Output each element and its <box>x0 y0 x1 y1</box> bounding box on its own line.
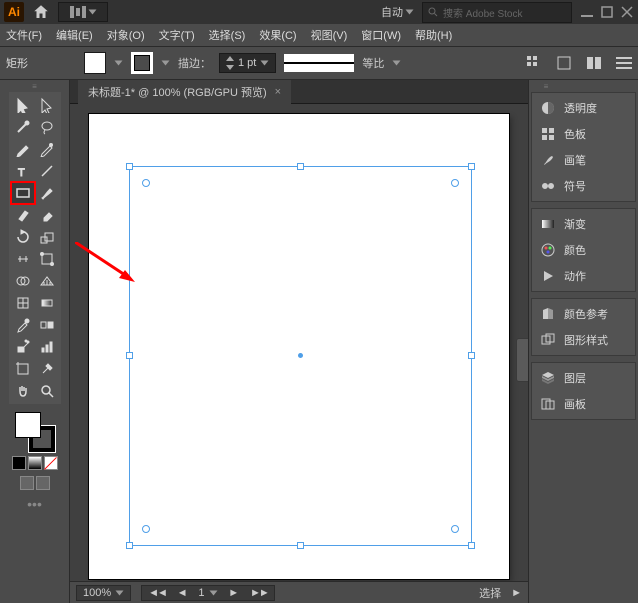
panel-color[interactable]: 颜色 <box>532 237 635 263</box>
panels-dock: 透明度 色板 画笔 符号 渐变 颜色 动作 颜色参考 图形样式 图层 画板 <box>528 80 638 603</box>
symbol-sprayer-tool[interactable] <box>11 336 35 358</box>
color-mode-swatches[interactable] <box>12 456 58 470</box>
selected-rectangle[interactable] <box>129 166 472 546</box>
rotate-tool[interactable] <box>11 226 35 248</box>
zoom-level[interactable]: 100% <box>76 585 131 601</box>
resize-handle[interactable] <box>126 163 133 170</box>
type-tool[interactable]: T <box>11 160 35 182</box>
blend-tool[interactable] <box>35 314 59 336</box>
menu-object[interactable]: 对象(O) <box>107 27 145 43</box>
panel-symbols[interactable]: 符号 <box>532 173 635 199</box>
stroke-weight-input[interactable]: 1 pt <box>219 53 276 73</box>
direct-selection-tool[interactable] <box>35 94 59 116</box>
resize-handle[interactable] <box>126 352 133 359</box>
search-placeholder: 捜索 Adobe Stock <box>443 5 522 20</box>
slice-tool[interactable] <box>35 358 59 380</box>
menu-icon[interactable] <box>616 55 632 71</box>
corner-radius-widget[interactable] <box>142 179 150 187</box>
resize-handle[interactable] <box>126 542 133 549</box>
align-icon[interactable] <box>526 55 542 71</box>
menu-file[interactable]: 文件(F) <box>6 27 42 43</box>
eyedropper-tool[interactable] <box>11 314 35 336</box>
free-transform-tool[interactable] <box>35 248 59 270</box>
layout-selector[interactable] <box>58 2 108 22</box>
transform-icon[interactable] <box>556 55 572 71</box>
menu-view[interactable]: 视图(V) <box>311 27 348 43</box>
artboard-nav[interactable]: ◄◄ ◄ 1 ► ►► <box>141 585 275 601</box>
toolbar: T ••• <box>0 80 70 603</box>
center-point <box>298 353 303 358</box>
panel-actions[interactable]: 动作 <box>532 263 635 289</box>
artboard[interactable] <box>89 114 509 579</box>
svg-text:T: T <box>18 167 25 179</box>
mesh-tool[interactable] <box>11 292 35 314</box>
line-tool[interactable] <box>35 160 59 182</box>
width-tool[interactable] <box>11 248 35 270</box>
perspective-tool[interactable] <box>35 270 59 292</box>
eraser-tool[interactable] <box>35 204 59 226</box>
shape-type-label: 矩形 <box>6 55 76 71</box>
panel-collapse-button[interactable] <box>516 338 528 382</box>
panel-colorguide[interactable]: 颜色参考 <box>532 301 635 327</box>
fill-swatch[interactable] <box>84 52 106 74</box>
resize-handle[interactable] <box>468 163 475 170</box>
tab-close-icon[interactable]: × <box>275 86 281 98</box>
panel-layers[interactable]: 图层 <box>532 365 635 391</box>
menu-help[interactable]: 帮助(H) <box>415 27 452 43</box>
edit-toolbar-icon[interactable]: ••• <box>27 496 42 512</box>
minimize-icon[interactable] <box>580 6 594 18</box>
hand-tool[interactable] <box>11 380 35 402</box>
panel-brushes[interactable]: 画笔 <box>532 147 635 173</box>
resize-handle[interactable] <box>297 163 304 170</box>
fill-stroke-indicator[interactable] <box>15 412 55 452</box>
corner-radius-widget[interactable] <box>451 179 459 187</box>
shaper-tool[interactable] <box>11 204 35 226</box>
tool-mode-label: 选择 <box>479 585 501 601</box>
stroke-label: 描边： <box>178 55 211 71</box>
document-tab[interactable]: 未标题-1* @ 100% (RGB/GPU 预览) × <box>78 80 291 104</box>
panel-swatches[interactable]: 色板 <box>532 121 635 147</box>
resize-handle[interactable] <box>468 352 475 359</box>
menu-select[interactable]: 选择(S) <box>209 27 246 43</box>
search-input[interactable]: 捜索 Adobe Stock <box>422 2 572 23</box>
gradient-tool[interactable] <box>35 292 59 314</box>
home-icon[interactable] <box>32 3 50 21</box>
graph-tool[interactable] <box>35 336 59 358</box>
menu-type[interactable]: 文字(T) <box>159 27 195 43</box>
selection-tool[interactable] <box>11 94 35 116</box>
menu-window[interactable]: 窗口(W) <box>361 27 401 43</box>
panel-graphicstyles[interactable]: 图形样式 <box>532 327 635 353</box>
artboard-tool[interactable] <box>11 358 35 380</box>
menu-effect[interactable]: 效果(C) <box>259 27 296 43</box>
app-logo: Ai <box>4 2 24 22</box>
panel-gradient[interactable]: 渐变 <box>532 211 635 237</box>
lasso-tool[interactable] <box>35 116 59 138</box>
stroke-swatch[interactable] <box>131 52 153 74</box>
resize-handle[interactable] <box>297 542 304 549</box>
curvature-tool[interactable] <box>35 138 59 160</box>
grip-icon[interactable] <box>20 84 50 90</box>
close-icon[interactable] <box>620 6 634 18</box>
pen-tool[interactable] <box>11 138 35 160</box>
magic-wand-tool[interactable] <box>11 116 35 138</box>
corner-radius-widget[interactable] <box>451 525 459 533</box>
workspace-dropdown[interactable]: 自动 <box>381 4 414 20</box>
grip-icon[interactable] <box>531 84 561 90</box>
scale-tool[interactable] <box>35 226 59 248</box>
shape-builder-tool[interactable] <box>11 270 35 292</box>
zoom-tool[interactable] <box>35 380 59 402</box>
menu-edit[interactable]: 编辑(E) <box>56 27 93 43</box>
panel-opacity[interactable]: 透明度 <box>532 95 635 121</box>
uniform-label: 等比 <box>362 55 384 71</box>
paintbrush-tool[interactable] <box>35 182 59 204</box>
stroke-profile[interactable] <box>284 54 354 72</box>
setup-icon[interactable] <box>586 55 602 71</box>
screen-mode[interactable] <box>20 476 50 490</box>
tab-title: 未标题-1* @ 100% (RGB/GPU 预览) <box>88 84 267 100</box>
panel-artboards[interactable]: 画板 <box>532 391 635 417</box>
rectangle-tool[interactable] <box>11 182 35 204</box>
corner-radius-widget[interactable] <box>142 525 150 533</box>
resize-handle[interactable] <box>468 542 475 549</box>
maximize-icon[interactable] <box>600 6 614 18</box>
